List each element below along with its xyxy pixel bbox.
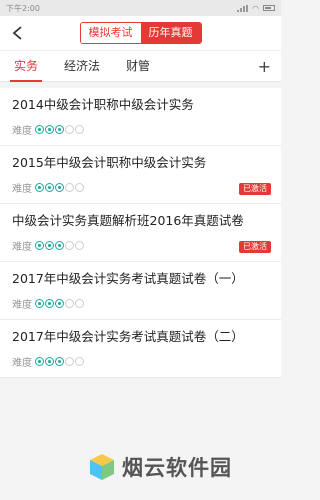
list-item[interactable]: 2017年中级会计实务考试真题试卷（二） 难度 xyxy=(0,320,281,378)
item-title: 2017年中级会计实务考试真题试卷（一） xyxy=(12,271,244,286)
battery-icon xyxy=(263,5,275,11)
difficulty-dot-icon xyxy=(55,183,64,192)
difficulty-dot-icon xyxy=(65,299,74,308)
difficulty-dot-icon xyxy=(55,299,64,308)
difficulty-dot-icon xyxy=(75,241,84,250)
item-meta: 难度 xyxy=(12,122,269,137)
difficulty-label: 难度 xyxy=(12,126,32,137)
activated-badge: 已激活 xyxy=(239,183,271,195)
watermark: 烟云软件园 xyxy=(88,452,232,482)
back-arrow-icon[interactable] xyxy=(10,25,26,41)
item-meta: 难度 xyxy=(12,354,269,369)
difficulty-label: 难度 xyxy=(12,242,32,253)
nav-bar: 模拟考试 历年真题 xyxy=(0,16,281,50)
difficulty-dot-icon xyxy=(35,299,44,308)
difficulty-dot-icon xyxy=(45,241,54,250)
difficulty-dot-icon xyxy=(65,241,74,250)
status-bar: 下午2:00 ◠ xyxy=(0,0,281,16)
difficulty-dot-icon xyxy=(35,183,44,192)
list-item[interactable]: 2015年中级会计职称中级会计实务 难度 已激活 xyxy=(0,146,281,204)
item-title: 中级会计实务真题解析班2016年真题试卷 xyxy=(12,213,244,228)
tab-mock-exam[interactable]: 模拟考试 xyxy=(80,23,141,43)
wifi-icon: ◠ xyxy=(252,3,259,13)
item-meta: 难度 xyxy=(12,180,269,195)
item-title: 2015年中级会计职称中级会计实务 xyxy=(12,155,207,170)
list-item[interactable]: 2014中级会计职称中级会计实务 难度 xyxy=(0,88,281,146)
activated-badge: 已激活 xyxy=(239,241,271,253)
item-title: 2014中级会计职称中级会计实务 xyxy=(12,97,194,112)
difficulty-dot-icon xyxy=(45,125,54,134)
difficulty-dot-icon xyxy=(75,183,84,192)
difficulty-dot-icon xyxy=(45,357,54,366)
difficulty-dot-icon xyxy=(45,183,54,192)
difficulty-dot-icon xyxy=(65,357,74,366)
difficulty-dot-icon xyxy=(55,125,64,134)
subject-tabs: 实务 经济法 财管 + xyxy=(0,50,281,82)
tab-practice[interactable]: 实务 xyxy=(9,50,43,82)
list-item[interactable]: 2017年中级会计实务考试真题试卷（一） 难度 xyxy=(0,262,281,320)
difficulty-label: 难度 xyxy=(12,358,32,369)
difficulty-dot-icon xyxy=(35,125,44,134)
tab-past-exams[interactable]: 历年真题 xyxy=(140,23,201,43)
difficulty-label: 难度 xyxy=(12,300,32,311)
difficulty-label: 难度 xyxy=(12,184,32,195)
list-item[interactable]: 中级会计实务真题解析班2016年真题试卷 难度 已激活 xyxy=(0,204,281,262)
difficulty-dot-icon xyxy=(75,357,84,366)
item-meta: 难度 xyxy=(12,238,269,253)
add-subject-button[interactable]: + xyxy=(258,57,271,77)
tab-financial-management[interactable]: 财管 xyxy=(126,50,150,82)
status-icons: ◠ xyxy=(237,4,275,13)
item-title: 2017年中级会计实务考试真题试卷（二） xyxy=(12,329,244,344)
tab-economic-law[interactable]: 经济法 xyxy=(64,50,100,82)
difficulty-dot-icon xyxy=(45,299,54,308)
exam-type-switch: 模拟考试 历年真题 xyxy=(79,22,202,44)
watermark-text: 烟云软件园 xyxy=(122,456,232,480)
exam-list: 2014中级会计职称中级会计实务 难度 2015年中级会计职称中级会计实务 难度… xyxy=(0,88,281,378)
difficulty-dot-icon xyxy=(55,241,64,250)
signal-icon xyxy=(237,4,249,12)
difficulty-dot-icon xyxy=(65,183,74,192)
difficulty-dot-icon xyxy=(75,299,84,308)
item-meta: 难度 xyxy=(12,296,269,311)
difficulty-dot-icon xyxy=(75,125,84,134)
difficulty-dot-icon xyxy=(65,125,74,134)
difficulty-dot-icon xyxy=(35,357,44,366)
difficulty-dot-icon xyxy=(55,357,64,366)
difficulty-dot-icon xyxy=(35,241,44,250)
status-time: 下午2:00 xyxy=(6,3,40,13)
cube-logo-icon xyxy=(90,454,114,480)
